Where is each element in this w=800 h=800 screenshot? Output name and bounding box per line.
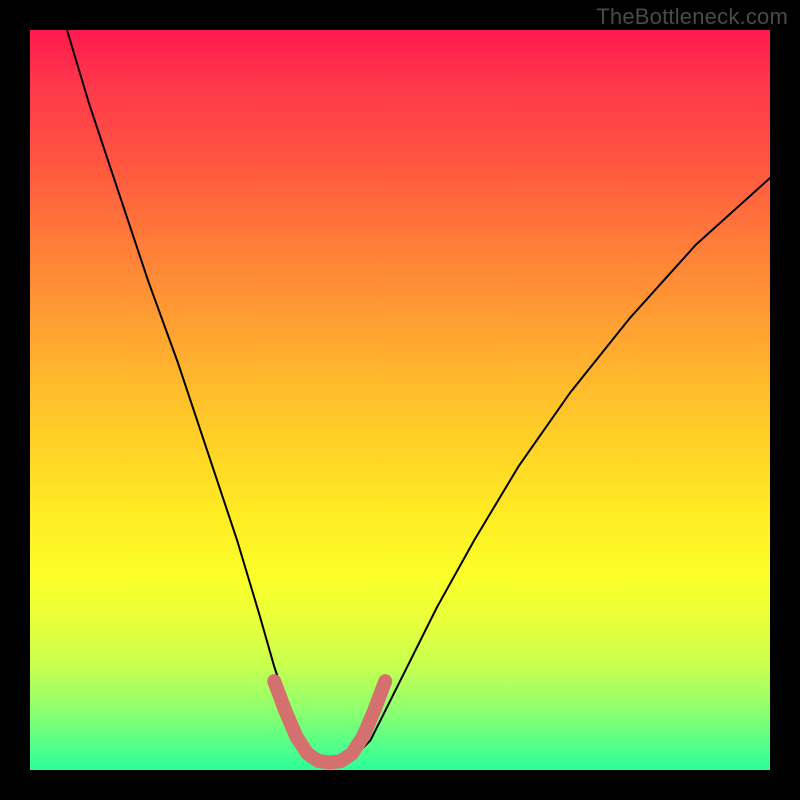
chart-frame: TheBottleneck.com bbox=[0, 0, 800, 800]
watermark-text: TheBottleneck.com bbox=[596, 4, 788, 30]
bottleneck-curve bbox=[67, 30, 770, 763]
highlight-basin bbox=[274, 681, 385, 762]
chart-plot-area bbox=[30, 30, 770, 770]
chart-svg bbox=[30, 30, 770, 770]
